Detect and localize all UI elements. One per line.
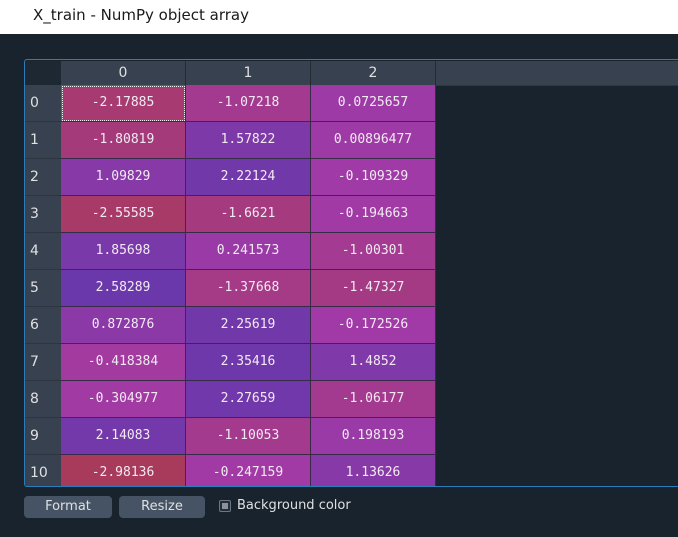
column-header[interactable]: 2 [311,61,436,85]
row-header[interactable]: 7 [25,344,61,381]
row-header[interactable]: 0 [25,85,61,122]
row-header[interactable]: 9 [25,418,61,455]
row-header[interactable]: 4 [25,233,61,270]
table-cell[interactable]: -1.00301 [311,233,436,270]
table-cell[interactable]: 1.09829 [61,159,186,196]
table-cell[interactable]: 1.4852 [311,344,436,381]
table-cell[interactable]: -1.6621 [186,196,311,233]
array-table[interactable]: 0 1 2 0 -2.17885 -1.07218 0.0725657 1 -1.80819 1.… [24,59,678,487]
table-cell[interactable]: 2.58289 [61,270,186,307]
row-header[interactable]: 8 [25,381,61,418]
table-cell[interactable]: 0.198193 [311,418,436,455]
table-cell[interactable]: 0.241573 [186,233,311,270]
table-cell[interactable]: 2.25619 [186,307,311,344]
background-color-label[interactable]: Background color [237,498,351,513]
table-cell[interactable]: 0.872876 [61,307,186,344]
window-title: X_train - NumPy object array [33,6,249,24]
row-header[interactable]: 2 [25,159,61,196]
table-cell[interactable]: -1.37668 [186,270,311,307]
table-corner[interactable] [25,61,61,86]
table-cell[interactable]: -1.07218 [186,85,311,122]
table-cell[interactable]: -1.80819 [61,122,186,159]
table-cell[interactable]: 2.27659 [186,381,311,418]
table-cell[interactable]: -2.55585 [61,196,186,233]
table-cell[interactable]: 1.13626 [311,455,436,486]
table-cell[interactable]: -0.418384 [61,344,186,381]
background-color-checkbox[interactable] [219,500,231,512]
column-header[interactable]: 0 [61,61,186,85]
table-cell[interactable]: 0.00896477 [311,122,436,159]
table-cell[interactable]: 0.0725657 [311,85,436,122]
table-cell[interactable]: -0.247159 [186,455,311,486]
table-cell[interactable]: -2.17885 [61,85,186,122]
row-header[interactable]: 6 [25,307,61,344]
table-cell[interactable]: -0.109329 [311,159,436,196]
column-header[interactable]: 1 [186,61,311,85]
resize-button[interactable]: Resize [119,496,205,518]
table-cell[interactable]: -0.172526 [311,307,436,344]
table-cell[interactable]: -2.98136 [61,455,186,486]
row-header[interactable]: 3 [25,196,61,233]
row-header[interactable]: 10 [25,455,61,486]
table-cell[interactable]: -1.06177 [311,381,436,418]
row-header[interactable]: 5 [25,270,61,307]
format-button[interactable]: Format [24,496,112,518]
table-cell[interactable]: -0.304977 [61,381,186,418]
table-cell[interactable]: 2.14083 [61,418,186,455]
row-header[interactable]: 1 [25,122,61,159]
table-cell[interactable]: 1.57822 [186,122,311,159]
table-cell[interactable]: -1.47327 [311,270,436,307]
table-cell[interactable]: 2.22124 [186,159,311,196]
table-cell[interactable]: 1.85698 [61,233,186,270]
table-cell[interactable]: -0.194663 [311,196,436,233]
table-cell[interactable]: 2.35416 [186,344,311,381]
table-cell[interactable]: -1.10053 [186,418,311,455]
checkbox-partial-mark [222,503,228,509]
window-titlebar: X_train - NumPy object array [0,0,678,34]
